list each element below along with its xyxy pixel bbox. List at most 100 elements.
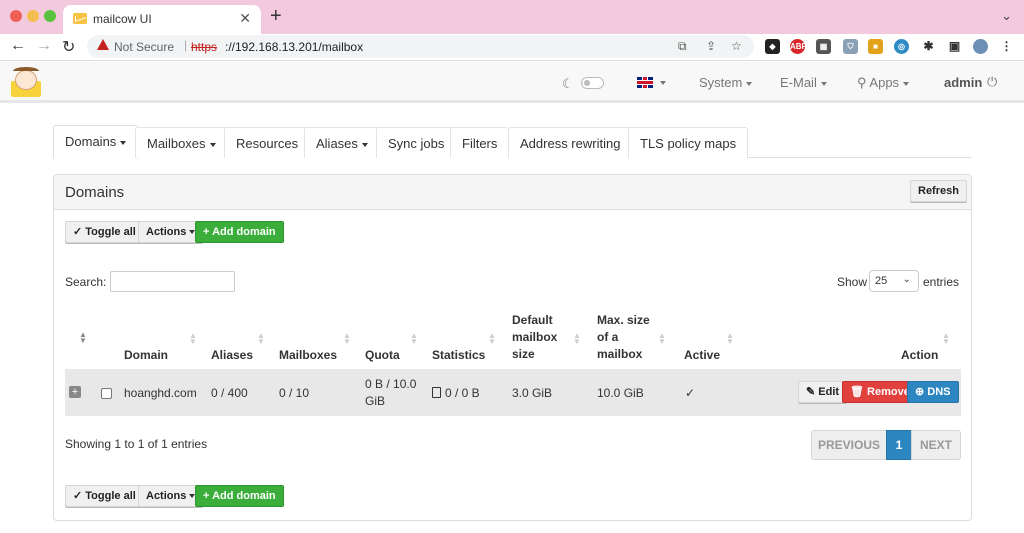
- tab-resources[interactable]: Resources: [224, 127, 311, 158]
- header-line: size: [512, 347, 535, 361]
- check-icon: ✓: [73, 226, 86, 238]
- minimize-window-button[interactable]: [27, 10, 39, 22]
- actions-dropdown[interactable]: Actions: [138, 221, 204, 243]
- tab-aliases[interactable]: Aliases: [304, 127, 380, 158]
- address-bar[interactable]: Not Secure | https ://192.168.13.201/mai…: [87, 35, 754, 58]
- chevron-down-icon[interactable]: ⌄: [1001, 8, 1012, 24]
- col-statistics[interactable]: Statistics: [432, 347, 485, 364]
- col-mailboxes[interactable]: Mailboxes: [279, 347, 337, 364]
- check-icon: ✓: [73, 490, 86, 502]
- browser-tab[interactable]: mailcow UI ✕: [63, 5, 261, 34]
- col-domain[interactable]: Domain: [124, 347, 168, 364]
- show-label: Show: [837, 275, 868, 289]
- maximize-window-button[interactable]: [44, 10, 56, 22]
- edit-label: Edit: [818, 386, 840, 398]
- close-window-button[interactable]: [10, 10, 22, 22]
- extension-icon[interactable]: ◆: [765, 39, 780, 54]
- toggle-all-button-bottom[interactable]: ✓ Toggle all: [65, 485, 144, 507]
- nav-apps[interactable]: ⚲ Apps: [857, 75, 910, 91]
- edit-button[interactable]: ✎ Edit: [798, 381, 848, 403]
- forward-arrow-icon[interactable]: →: [36, 37, 52, 55]
- avatar[interactable]: [973, 39, 988, 54]
- logo-ears: [13, 67, 39, 75]
- sort-icon[interactable]: ▲ ▼: [189, 332, 197, 346]
- sort-icon[interactable]: ▲ ▼: [79, 331, 87, 345]
- page-1-button[interactable]: 1: [886, 430, 912, 460]
- tab-filters[interactable]: Filters: [450, 127, 510, 158]
- back-arrow-icon[interactable]: ←: [10, 37, 26, 55]
- chevron-down-icon: ⌄: [902, 274, 911, 285]
- tab-label: Aliases: [316, 136, 358, 151]
- bookmark-star-icon[interactable]: ☆: [731, 39, 742, 53]
- col-max-size[interactable]: Max. size of a mailbox: [597, 312, 650, 363]
- nav-email[interactable]: E-Mail: [780, 75, 827, 90]
- cell-quota: 0 B / 10.0 GiB: [365, 376, 416, 410]
- sort-icon[interactable]: ▲ ▼: [573, 332, 581, 346]
- header-line: mailbox: [597, 347, 643, 361]
- close-icon[interactable]: ✕: [239, 10, 251, 27]
- header-line: Default: [512, 313, 553, 327]
- header-line: Max. size: [597, 313, 650, 327]
- nav-system[interactable]: System: [699, 75, 753, 90]
- tab-address-rewriting[interactable]: Address rewriting: [508, 127, 633, 158]
- sort-icon[interactable]: ▲ ▼: [343, 332, 351, 346]
- caret-icon: [209, 142, 216, 147]
- sort-icon[interactable]: ▲ ▼: [488, 332, 496, 346]
- previous-button[interactable]: PREVIOUS: [811, 430, 887, 460]
- browser-toolbar: ← → ↻ Not Secure | https ://192.168.13.2…: [0, 34, 1024, 61]
- tab-sync-jobs[interactable]: Sync jobs: [376, 127, 457, 158]
- sort-icon[interactable]: ▲ ▼: [726, 332, 734, 346]
- add-domain-label: Add domain: [212, 226, 276, 238]
- sort-icon[interactable]: ▲ ▼: [658, 332, 666, 346]
- tab-label: Mailboxes: [147, 136, 206, 151]
- actions-label: Actions: [146, 490, 187, 502]
- entries-select[interactable]: 25 ⌄: [869, 270, 919, 292]
- search-input[interactable]: [110, 271, 235, 292]
- nav-email-label: E-Mail: [780, 75, 817, 90]
- chevron-down-icon[interactable]: [660, 81, 666, 85]
- qr-code-icon[interactable]: ▦: [816, 39, 831, 54]
- new-tab-plus-icon[interactable]: +: [270, 5, 282, 28]
- tab-domains[interactable]: Domains: [53, 125, 139, 159]
- refresh-button[interactable]: Refresh: [910, 180, 967, 202]
- mailcow-logo[interactable]: [11, 67, 41, 99]
- domains-panel: Domains Refresh ✓ Toggle all Actions + A…: [53, 174, 972, 521]
- sort-icon[interactable]: ▲ ▼: [410, 332, 418, 346]
- toggle-all-button[interactable]: ✓ Toggle all: [65, 221, 144, 243]
- tab-label: Domains: [65, 134, 117, 149]
- shield-icon[interactable]: ⛉: [843, 39, 858, 54]
- row-checkbox[interactable]: [101, 388, 112, 399]
- adblock-icon[interactable]: ABP: [790, 39, 807, 54]
- extension-icon[interactable]: ◎: [894, 39, 909, 54]
- col-active[interactable]: Active: [684, 347, 720, 364]
- add-domain-button-bottom[interactable]: + Add domain: [195, 485, 284, 507]
- tab-tls-policy-maps[interactable]: TLS policy maps: [628, 127, 749, 158]
- sort-icon[interactable]: ▲ ▼: [257, 332, 265, 346]
- reload-icon[interactable]: ↻: [62, 37, 75, 57]
- sort-icon[interactable]: ▲ ▼: [942, 332, 950, 346]
- dns-button[interactable]: ⊕ DNS: [907, 381, 959, 403]
- extension-icon[interactable]: ■: [868, 39, 883, 54]
- puzzle-icon[interactable]: ✱: [921, 39, 936, 54]
- translate-icon[interactable]: ⧉: [678, 39, 687, 54]
- more-menu-icon[interactable]: ⋮: [999, 39, 1014, 54]
- col-default-size[interactable]: Default mailbox size: [512, 312, 557, 363]
- tab-mailboxes[interactable]: Mailboxes: [135, 127, 228, 158]
- entries-value: 25: [875, 275, 888, 287]
- dark-mode-toggle[interactable]: [581, 77, 604, 89]
- expand-row-icon[interactable]: +: [69, 386, 81, 398]
- col-quota[interactable]: Quota: [365, 347, 400, 364]
- link-icon: ⚲: [857, 75, 870, 90]
- sidebar-icon[interactable]: ▣: [947, 39, 962, 54]
- col-aliases[interactable]: Aliases: [211, 347, 253, 364]
- panel-title: Domains: [65, 184, 125, 201]
- actions-dropdown-bottom[interactable]: Actions: [138, 485, 204, 507]
- add-domain-button[interactable]: + Add domain: [195, 221, 284, 243]
- url-scheme: https: [191, 40, 218, 54]
- share-icon[interactable]: ⇪: [706, 39, 716, 53]
- uk-flag-icon[interactable]: [637, 77, 653, 88]
- app-navbar: ☾ System E-Mail ⚲ Apps admin ⏻: [0, 62, 1024, 103]
- next-button[interactable]: NEXT: [911, 430, 961, 460]
- power-icon[interactable]: ⏻: [987, 74, 997, 90]
- url-text: ://192.168.13.201/mailbox: [225, 40, 364, 54]
